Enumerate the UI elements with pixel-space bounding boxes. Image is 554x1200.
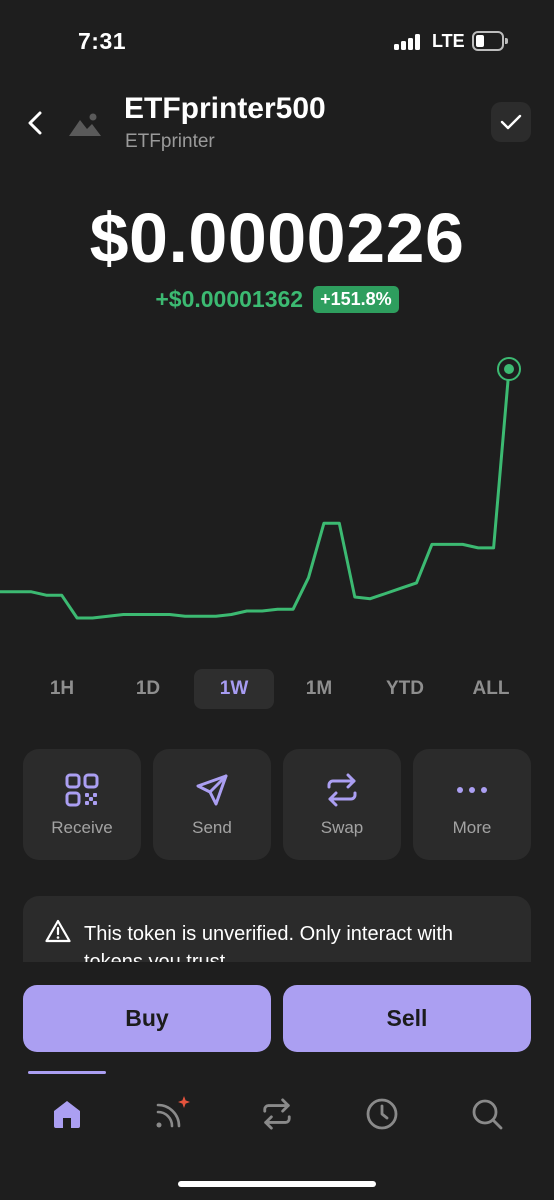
send-label: Send [192, 818, 232, 837]
price-change-badge: +151.8% [313, 286, 399, 313]
range-tab-all[interactable]: ALL [451, 669, 531, 709]
range-tab-1w[interactable]: 1W [194, 669, 274, 709]
current-price-marker [504, 364, 514, 374]
tab-home[interactable] [45, 1092, 89, 1136]
home-indicator [178, 1181, 376, 1187]
token-price: $0.0000226 [89, 199, 465, 277]
range-tab-1m[interactable]: 1M [279, 669, 359, 709]
status-time: 7:31 [78, 28, 127, 54]
tab-history[interactable] [360, 1092, 404, 1136]
receive-button[interactable]: Receive [23, 749, 141, 860]
token-name: ETFprinter500 [124, 92, 326, 125]
qr-code-icon [65, 773, 99, 807]
send-icon [196, 774, 228, 806]
swap-icon [263, 1098, 291, 1130]
activity-feed-icon [156, 1096, 190, 1128]
token-detail-screen: 7:31 LTE ETFprinter500 ETFprinter $0.000… [0, 0, 554, 1200]
price-change-row: +$0.00001362 +151.8% [0, 286, 554, 313]
verify-button[interactable] [491, 102, 531, 142]
price-chart[interactable] [0, 340, 554, 640]
warning-icon [45, 919, 71, 943]
cellular-signal-icon [394, 34, 422, 50]
history-icon [366, 1098, 398, 1130]
more-button[interactable]: More [413, 749, 531, 860]
swap-label: Swap [320, 818, 364, 837]
network-type: LTE [432, 31, 465, 51]
tab-selected-indicator [28, 1071, 106, 1074]
check-icon [500, 114, 522, 130]
image-placeholder-icon [69, 113, 101, 136]
battery-icon [472, 31, 508, 51]
range-tab-1h[interactable]: 1H [22, 669, 102, 709]
range-tab-1d[interactable]: 1D [108, 669, 188, 709]
time-range-tabs: 1H 1D 1W 1M YTD ALL [20, 669, 534, 709]
more-label: More [452, 818, 492, 837]
token-symbol: ETFprinter [125, 131, 215, 152]
tab-activity[interactable] [150, 1092, 194, 1136]
send-button[interactable]: Send [153, 749, 271, 860]
swap-icon [327, 773, 357, 807]
back-button[interactable] [18, 104, 52, 142]
sell-button[interactable]: Sell [283, 985, 531, 1052]
status-bar: 7:31 LTE [0, 0, 554, 80]
chevron-left-icon [28, 111, 42, 135]
buy-button[interactable]: Buy [23, 985, 271, 1052]
token-avatar [68, 108, 102, 138]
swap-button[interactable]: Swap [283, 749, 401, 860]
receive-label: Receive [51, 818, 113, 837]
tab-search[interactable] [465, 1092, 509, 1136]
tab-swap[interactable] [255, 1092, 299, 1136]
range-tab-ytd[interactable]: YTD [365, 669, 445, 709]
price-change-value: +$0.00001362 [155, 286, 304, 312]
search-icon [472, 1099, 503, 1130]
price-line [0, 367, 511, 620]
home-icon [54, 1101, 80, 1128]
more-icon [457, 787, 487, 793]
